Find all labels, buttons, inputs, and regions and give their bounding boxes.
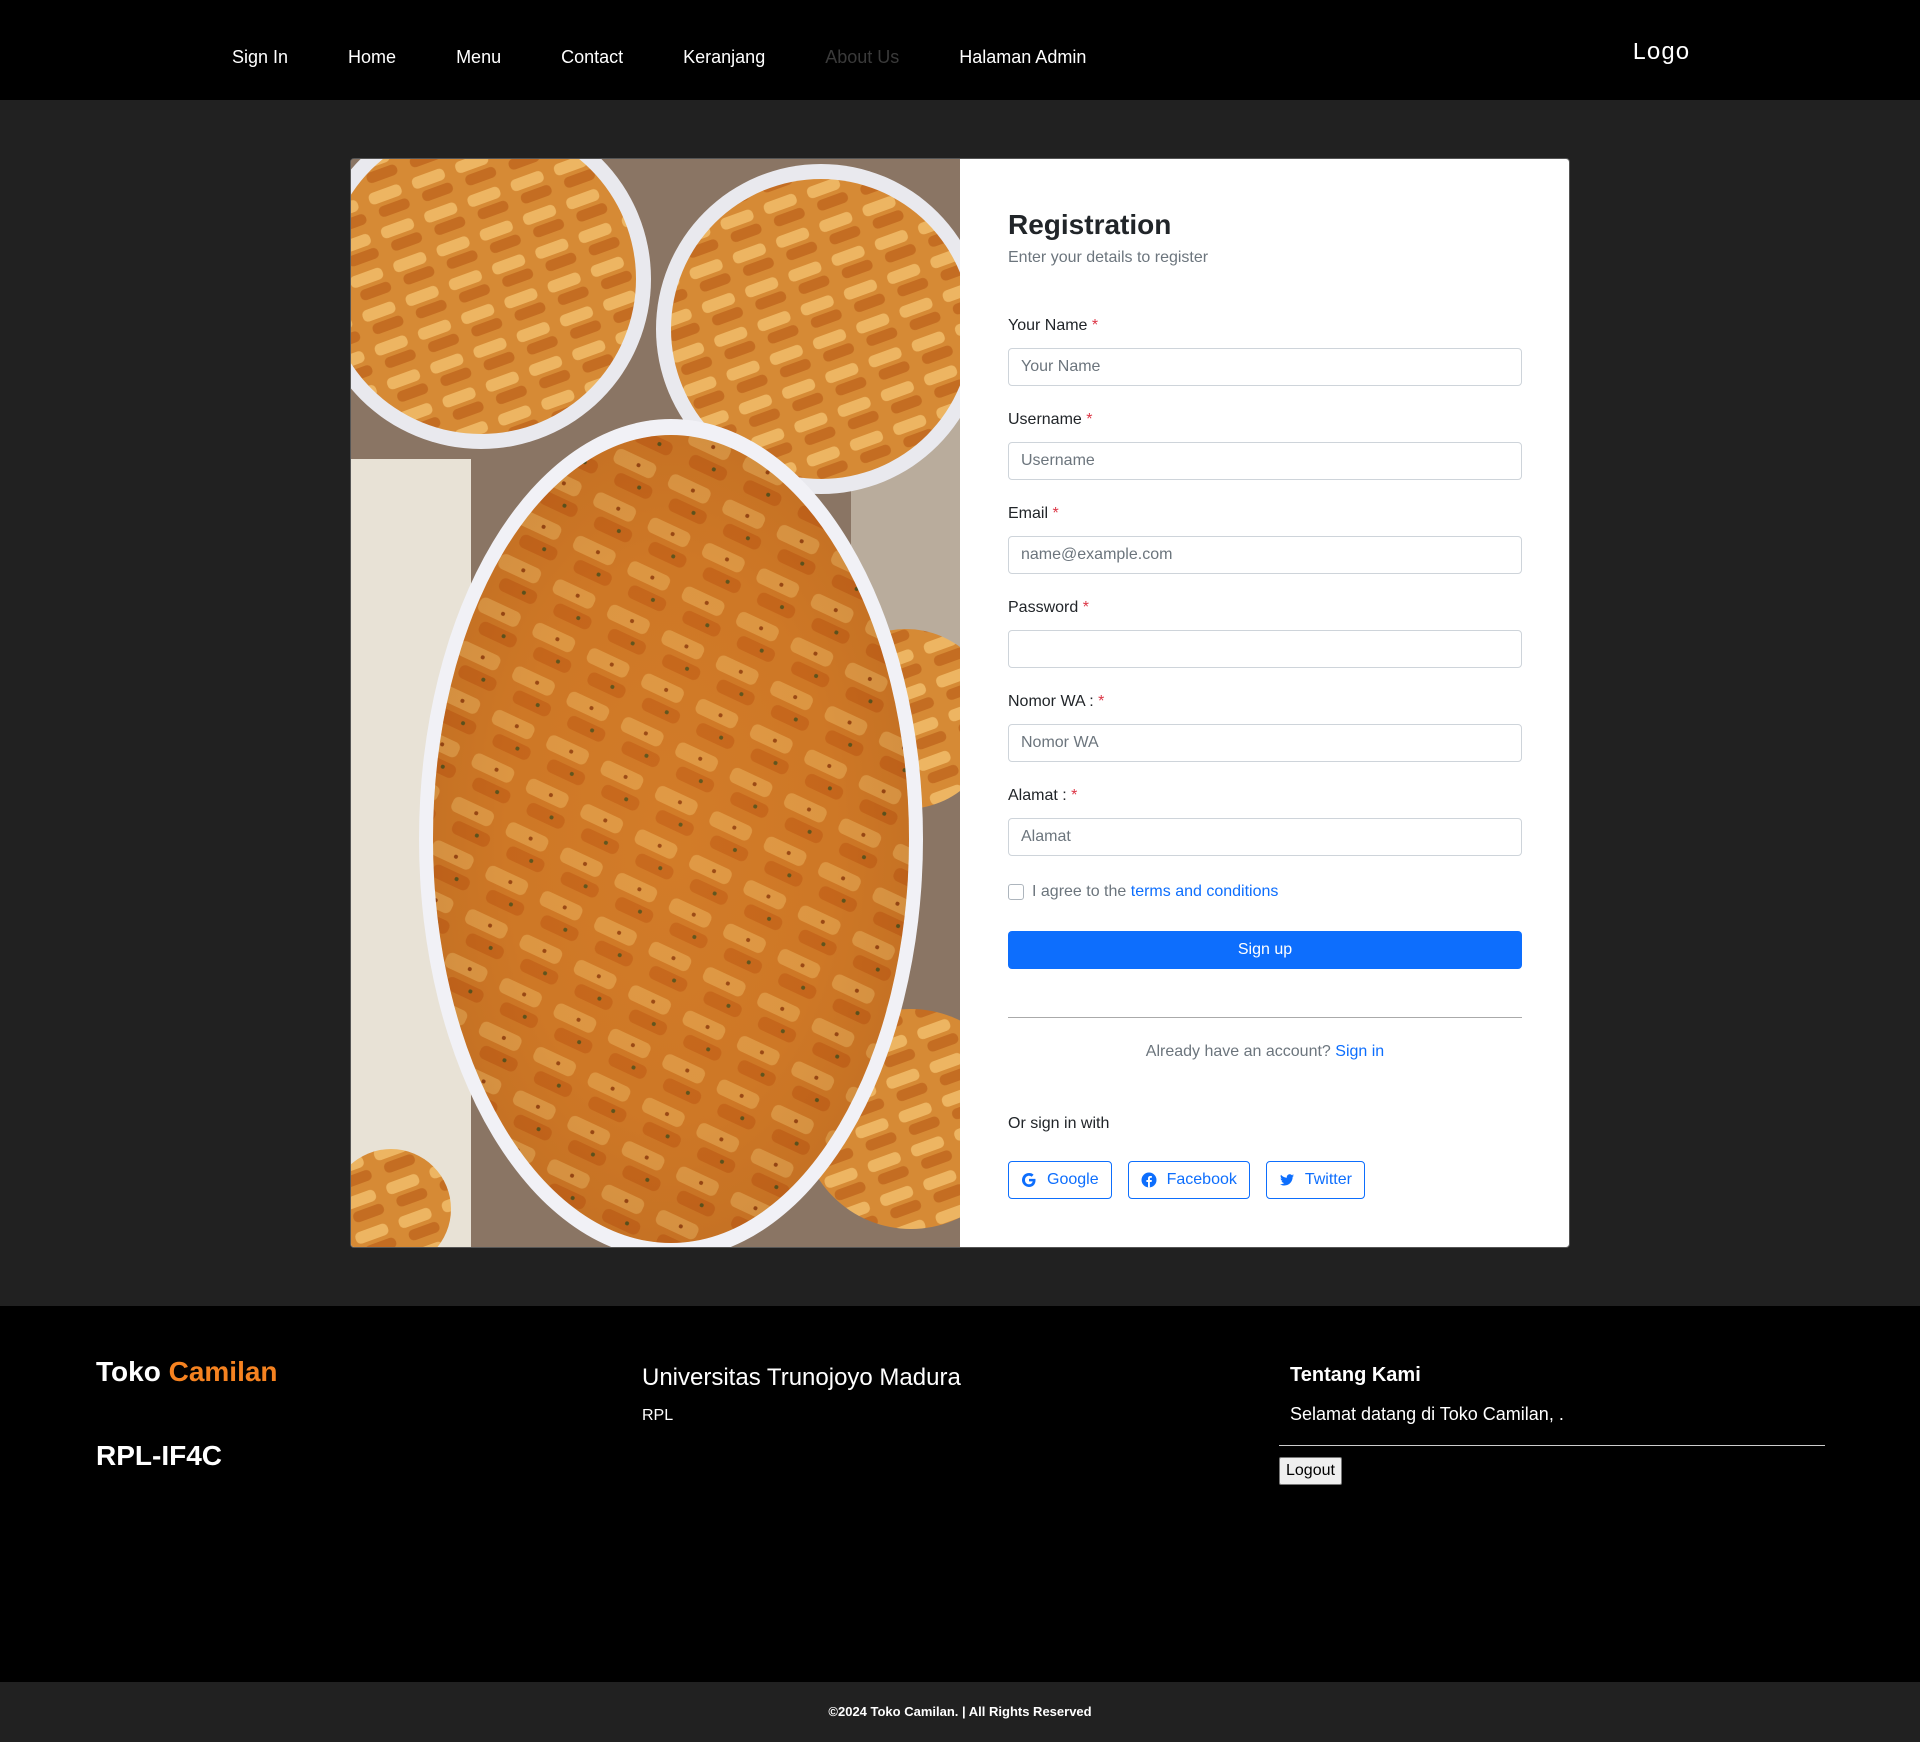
form-subtitle: Enter your details to register (1008, 249, 1209, 266)
snack-photo (351, 159, 960, 1247)
form-title: Registration (1008, 209, 1172, 240)
footer-brand: Toko Camilan (96, 1356, 278, 1387)
nav-about-us[interactable]: About Us (825, 47, 899, 68)
copyright-bar: ©2024 Toko Camilan. | All Rights Reserve… (0, 1682, 1920, 1742)
footer: Toko Camilan RPL-IF4C Universitas Trunoj… (0, 1306, 1920, 1682)
logout-button[interactable]: Logout (1279, 1457, 1342, 1485)
password-input[interactable] (1008, 630, 1522, 668)
nav-sign-in[interactable]: Sign In (232, 47, 288, 68)
footer-university: Universitas Trunojoyo Madura (642, 1364, 961, 1391)
nav-home[interactable]: Home (348, 47, 396, 68)
already-have-account: Already have an account? Sign in (1008, 1043, 1522, 1061)
password-field-group: Password * (1008, 599, 1522, 668)
nav-menu[interactable]: Menu (456, 47, 501, 68)
nomor-wa-input[interactable] (1008, 724, 1522, 762)
facebook-button[interactable]: Facebook (1127, 1161, 1250, 1199)
name-input[interactable] (1008, 348, 1522, 386)
terms-row: I agree to the terms and conditions (1008, 883, 1278, 901)
name-label: Your Name * (1008, 317, 1099, 334)
terms-link[interactable]: terms and conditions (1131, 883, 1279, 901)
copyright-text: ©2024 Toko Camilan. | All Rights Reserve… (828, 1704, 1092, 1719)
username-label: Username * (1008, 411, 1093, 428)
nav-halaman-admin[interactable]: Halaman Admin (959, 47, 1086, 68)
username-field-group: Username * (1008, 411, 1522, 480)
registration-form: Registration Enter your details to regis… (960, 159, 1569, 1247)
alamat-input[interactable] (1008, 818, 1522, 856)
form-divider (1008, 1017, 1522, 1018)
terms-checkbox[interactable] (1008, 884, 1024, 900)
registration-card: Registration Enter your details to regis… (350, 158, 1570, 1248)
site-logo[interactable]: Logo (1632, 40, 1690, 67)
nav-contact[interactable]: Contact (561, 47, 623, 68)
email-input[interactable] (1008, 536, 1522, 574)
name-field-group: Your Name * (1008, 317, 1522, 386)
footer-university-sub: RPL (642, 1407, 674, 1424)
password-label: Password * (1008, 599, 1089, 616)
email-field-group: Email * (1008, 505, 1522, 574)
nav-keranjang[interactable]: Keranjang (683, 47, 765, 68)
username-input[interactable] (1008, 442, 1522, 480)
navbar: Sign In Home Menu Contact Keranjang Abou… (0, 0, 1920, 100)
google-icon (1021, 1172, 1037, 1188)
social-buttons: Google Facebook Twitter (1008, 1161, 1365, 1199)
nomor-wa-label: Nomor WA : * (1008, 693, 1105, 710)
footer-about-text: Selamat datang di Toko Camilan, . (1279, 1404, 1825, 1446)
twitter-icon (1279, 1172, 1295, 1188)
alamat-label: Alamat : * (1008, 787, 1078, 804)
terms-text: I agree to the (1032, 883, 1127, 900)
nav-links: Sign In Home Menu Contact Keranjang Abou… (232, 0, 1146, 115)
snack-bowl-illustration (351, 159, 960, 1247)
nomor-wa-field-group: Nomor WA : * (1008, 693, 1522, 762)
email-label: Email * (1008, 505, 1059, 522)
sign-up-button[interactable]: Sign up (1008, 931, 1522, 969)
footer-about-title: Tentang Kami (1290, 1364, 1421, 1386)
facebook-icon (1141, 1172, 1157, 1188)
already-text: Already have an account? (1145, 1043, 1331, 1060)
sign-in-link[interactable]: Sign in (1335, 1043, 1384, 1060)
alamat-field-group: Alamat : * (1008, 787, 1522, 856)
footer-class-name: RPL-IF4C (96, 1440, 222, 1471)
twitter-button[interactable]: Twitter (1265, 1161, 1365, 1199)
google-button[interactable]: Google (1008, 1161, 1112, 1199)
or-sign-in-label: Or sign in with (1008, 1115, 1110, 1132)
